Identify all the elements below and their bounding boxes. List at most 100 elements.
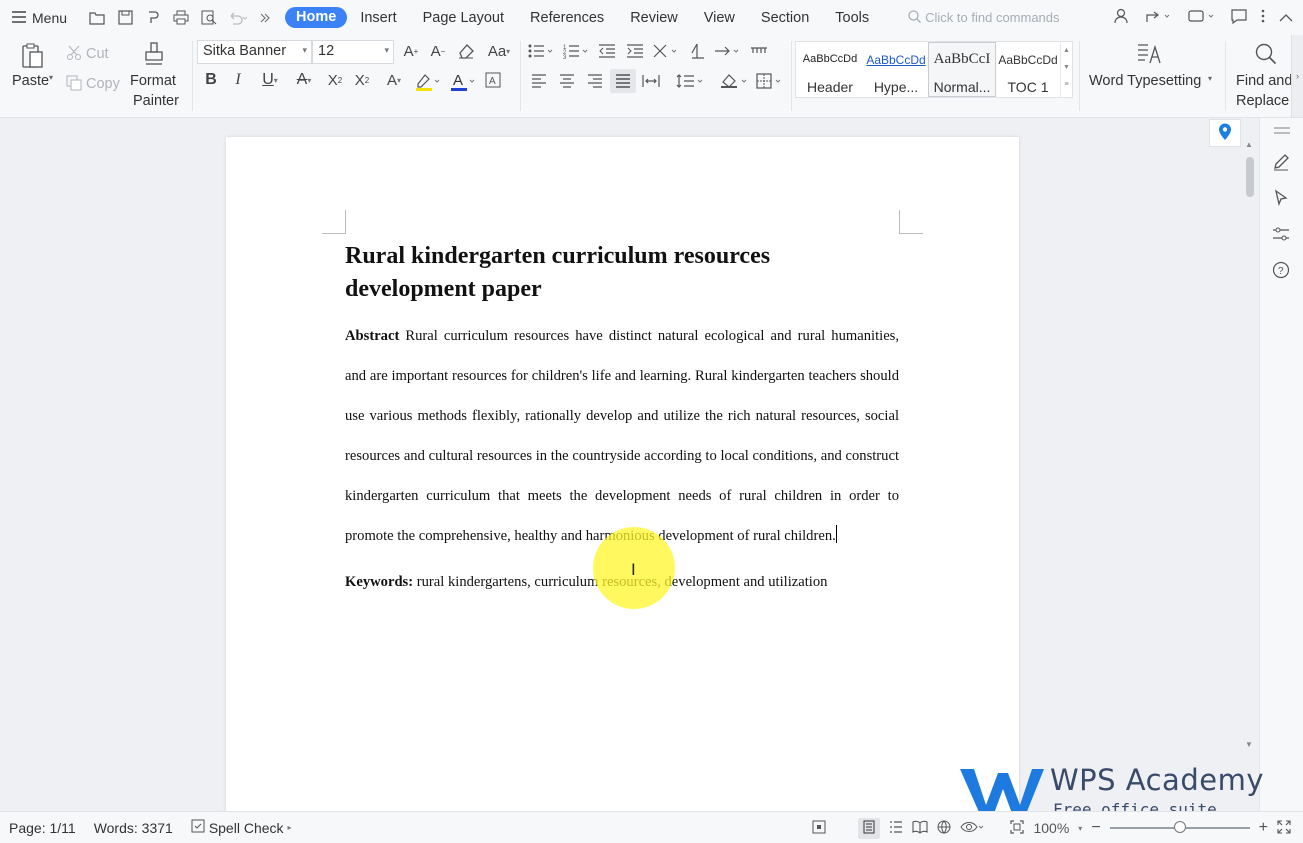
web-view-icon[interactable] [937,820,951,837]
abstract-paragraph[interactable]: Abstract Rural curriculum resources have… [345,316,899,556]
sync-status-icon[interactable] [1187,8,1217,27]
more-chevron-icon[interactable] [253,6,277,30]
scroll-up-arrow[interactable]: ▲ [1245,140,1253,149]
word-count[interactable]: Words: 3371 [85,820,182,836]
copy-icon[interactable] [66,75,82,91]
ribbon-scroll-right[interactable]: › [1291,35,1303,117]
font-name-select[interactable]: Sitka Banner ▾ [197,40,312,64]
undo-icon[interactable] [225,6,249,30]
format-painter-label-1[interactable]: Format [130,73,176,89]
help-icon[interactable]: ? [1272,261,1292,281]
word-typesetting-dropdown[interactable]: ▾ [1208,74,1212,83]
underline-icon[interactable]: U ▾ [256,71,284,89]
grow-font-icon[interactable]: A + [401,42,421,60]
tab-references[interactable]: References [517,6,617,30]
font-color-icon[interactable]: A [449,71,477,93]
tab-section[interactable]: Section [748,6,822,30]
align-right-icon[interactable] [586,72,604,90]
style-normal[interactable]: AaBbCcI Normal... [928,42,996,97]
more-options-icon[interactable] [1261,9,1265,26]
sort-icon[interactable] [712,42,742,60]
tab-home[interactable]: Home [285,7,348,28]
fit-page-icon[interactable] [1010,819,1025,837]
fullscreen-icon[interactable] [1277,819,1291,837]
change-case-icon[interactable]: Aa ▾ [484,42,514,60]
spell-check-button[interactable]: Spell Check ▸ [182,819,301,836]
text-direction-icon[interactable] [688,42,706,60]
find-replace-icon[interactable] [1254,42,1278,66]
distributed-align-icon[interactable] [642,72,660,90]
bullet-list-icon[interactable] [528,42,556,60]
collaboration-icon[interactable] [1113,8,1131,27]
zoom-slider-knob[interactable] [1173,821,1186,833]
zoom-slider[interactable] [1109,821,1250,833]
cut-icon[interactable] [66,45,82,61]
character-border-icon[interactable]: A [484,71,502,89]
shrink-font-icon[interactable]: A − [428,42,448,60]
focus-mode-icon[interactable] [812,820,826,837]
save-icon[interactable] [113,6,137,30]
page-indicator[interactable]: Page: 1/11 [0,820,85,836]
paste-button[interactable]: Paste [12,73,49,89]
subscript-icon[interactable]: X2 [352,71,372,89]
menu-button[interactable]: Menu [0,0,79,35]
find-replace-label-2[interactable]: Replace [1236,93,1289,109]
style-hyperlink[interactable]: AaBbCcDd Hype... [862,42,930,97]
export-pdf-icon[interactable] [141,6,165,30]
comment-icon[interactable] [1231,8,1247,27]
tab-tools[interactable]: Tools [822,6,882,30]
tab-review[interactable]: Review [617,6,691,30]
find-commands-box[interactable]: Click to find commands [908,9,1060,26]
highlight-color-icon[interactable] [414,71,442,93]
numbered-list-icon[interactable]: 123 [563,42,591,60]
zoom-in-icon[interactable]: + [1259,819,1268,837]
document-title[interactable]: Rural kindergarten curriculum resources … [345,240,899,306]
select-pointer-icon[interactable] [1272,189,1292,209]
font-size-select[interactable]: 12 ▾ [312,40,394,64]
chinese-layout-icon[interactable] [652,42,680,60]
text-effect-icon[interactable]: A ▾ [380,71,408,89]
open-folder-icon[interactable] [85,6,109,30]
zoom-level[interactable]: 100% [1033,820,1069,836]
navigation-location-button[interactable] [1209,119,1241,147]
styles-scroll[interactable]: ▲ ▼ ≡ [1060,42,1072,97]
copy-button[interactable]: Copy [86,76,120,92]
print-icon[interactable] [169,6,193,30]
paste-icon[interactable] [20,42,46,70]
zoom-dropdown-arrow[interactable]: ▾ [1078,824,1082,833]
adjust-settings-icon[interactable] [1272,225,1292,245]
tab-insert[interactable]: Insert [347,6,409,30]
style-header[interactable]: AaBbCcDd Header [796,42,864,97]
scroll-down-arrow[interactable]: ▼ [1245,740,1253,749]
sidebar-collapse-icon[interactable] [1272,124,1292,144]
share-icon[interactable] [1145,8,1173,27]
page-view-icon[interactable] [858,817,881,839]
zoom-out-icon[interactable]: − [1091,819,1100,837]
tab-page-layout[interactable]: Page Layout [410,6,517,30]
paste-dropdown-arrow[interactable]: ▾ [49,73,53,82]
format-painter-label-2[interactable]: Painter [133,93,179,109]
shading-icon[interactable] [720,72,750,90]
borders-icon[interactable] [756,72,786,90]
decrease-indent-icon[interactable] [597,42,617,60]
print-preview-icon[interactable] [197,6,221,30]
reading-view-icon[interactable] [912,820,929,837]
scroll-thumb[interactable] [1246,157,1254,197]
vertical-scrollbar[interactable]: ▲ ▼ [1244,137,1258,752]
collapse-ribbon-icon[interactable] [1279,10,1293,26]
superscript-icon[interactable]: X2 [325,71,345,89]
clear-format-icon[interactable] [456,42,476,60]
tab-view[interactable]: View [691,6,748,30]
word-typesetting-button[interactable]: Word Typesetting [1089,73,1201,89]
strikethrough-icon[interactable]: A ▾ [290,71,318,89]
document-page[interactable]: Rural kindergarten curriculum resources … [226,137,1019,811]
word-typesetting-icon[interactable] [1137,42,1163,66]
find-replace-label-1[interactable]: Find and [1236,73,1292,89]
eye-protection-icon[interactable] [960,820,984,837]
align-center-icon[interactable] [558,72,576,90]
bold-icon[interactable]: B [202,71,220,89]
line-spacing-icon[interactable] [676,72,706,90]
pen-edit-icon[interactable] [1272,153,1292,173]
justify-icon[interactable] [610,69,636,93]
increase-indent-icon[interactable] [625,42,645,60]
